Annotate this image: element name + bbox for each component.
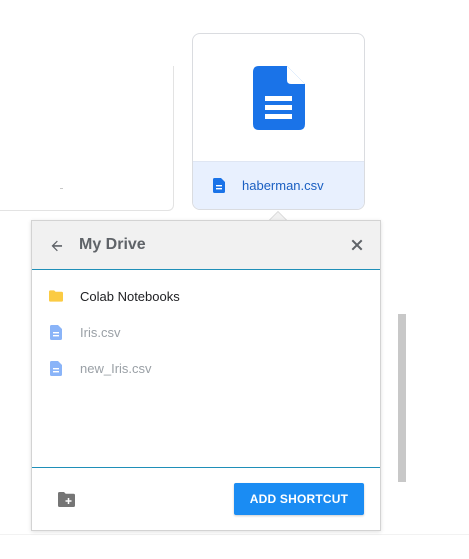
document-icon: [49, 360, 63, 376]
divider: [60, 188, 63, 189]
list-item-new-iris-csv: new_Iris.csv: [32, 350, 380, 386]
scrollbar[interactable]: [398, 314, 406, 482]
folder-icon: [49, 288, 63, 304]
dialog-footer: ADD SHORTCUT: [32, 468, 380, 530]
folder-contents-list: Colab Notebooks Iris.csv new_Iris.csv: [32, 270, 380, 468]
background-file-card: [0, 66, 174, 211]
list-item-label: Iris.csv: [80, 324, 121, 340]
drive-picker-screen: haberman.csv My Drive Colab Notebooks Ir…: [0, 0, 469, 559]
document-icon: [49, 324, 63, 340]
new-folder-icon[interactable]: [58, 492, 75, 507]
close-icon[interactable]: [349, 237, 365, 253]
document-icon: [213, 178, 225, 193]
list-item-label: Colab Notebooks: [80, 288, 180, 304]
list-item-label: new_Iris.csv: [80, 360, 152, 376]
list-item-iris-csv: Iris.csv: [32, 314, 380, 350]
selected-file-card[interactable]: haberman.csv: [192, 33, 365, 210]
file-name-label: haberman.csv: [242, 178, 324, 193]
list-item-colab-notebooks[interactable]: Colab Notebooks: [32, 278, 380, 314]
back-arrow-icon[interactable]: [48, 237, 66, 255]
divider: [0, 534, 469, 535]
document-icon: [252, 66, 305, 130]
add-shortcut-dialog: My Drive Colab Notebooks Iris.csv new_Ir…: [31, 220, 381, 531]
file-thumbnail: [193, 34, 364, 162]
file-name-bar: haberman.csv: [193, 161, 364, 209]
dialog-header: My Drive: [32, 221, 380, 270]
dialog-title: My Drive: [79, 236, 146, 253]
popup-caret: [270, 212, 286, 220]
add-shortcut-button[interactable]: ADD SHORTCUT: [234, 483, 364, 515]
